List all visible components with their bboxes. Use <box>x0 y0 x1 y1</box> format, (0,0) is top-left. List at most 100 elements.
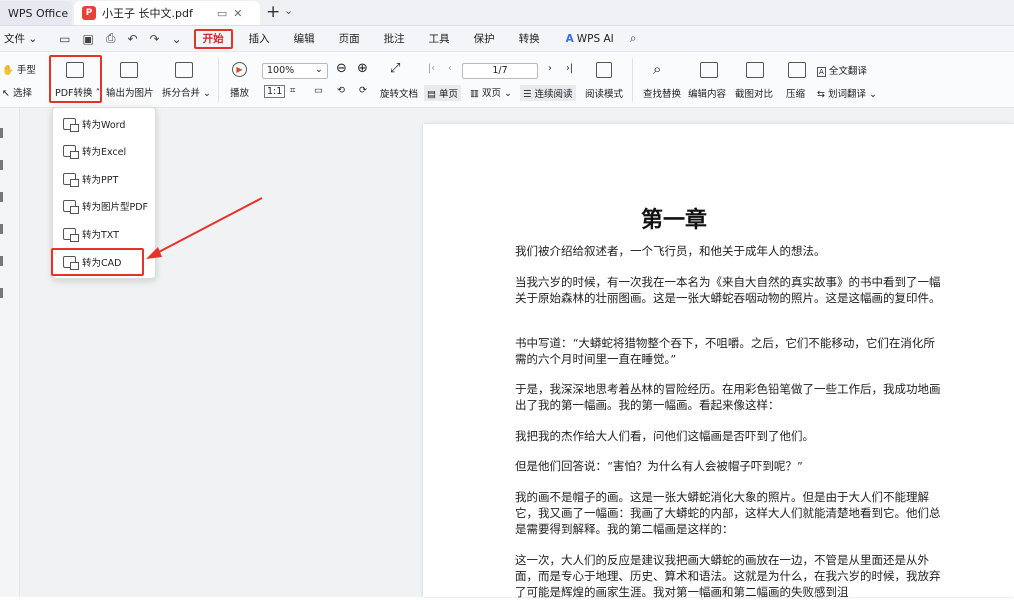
pdf-page: 第一章 我们被介绍给叙述者，一个飞行员，和他关于成年人的想法。 当我六岁的时候，… <box>423 124 1014 599</box>
menu-protect[interactable]: 保护 <box>464 27 505 51</box>
ribbon-separator <box>218 58 219 102</box>
convert-to-ppt-item[interactable]: 转为PPT <box>53 168 157 190</box>
find-icon[interactable]: ⌕ <box>653 60 661 78</box>
tab-menu-chevron-icon[interactable]: ⌄ <box>284 4 293 17</box>
excel-file-icon <box>63 145 79 159</box>
play-icon[interactable]: ▶ <box>232 62 247 77</box>
last-page-icon[interactable]: ›| <box>566 63 573 74</box>
rotate-left-icon[interactable]: ⟲ <box>337 85 345 96</box>
single-page-button[interactable]: ▤ 单页 <box>424 85 462 101</box>
menu-edit[interactable]: 编辑 <box>284 27 325 51</box>
paragraph: 书中写道：“大蟒蛇将猎物整个吞下，不咀嚼。之后，它们不能移动，它们在消化所需的六… <box>515 336 935 366</box>
translate-icon: A <box>817 67 826 77</box>
tab-document[interactable]: P 小王子 长中文.pdf ▭ ✕ <box>74 1 260 25</box>
cad-item-highlight <box>51 248 144 276</box>
zoom-select[interactable]: 100% ⌄ <box>262 63 328 79</box>
menu-tools[interactable]: 工具 <box>419 27 460 51</box>
actual-size-icon[interactable]: 1:1 <box>264 85 286 98</box>
edit-content-button[interactable]: 编辑内容 <box>688 86 726 100</box>
sidebar-icon[interactable] <box>0 224 3 234</box>
folder-icon[interactable]: ▭ <box>53 32 76 46</box>
title-bar: WPS Office P 小王子 长中文.pdf ▭ ✕ + ⌄ <box>0 0 1014 26</box>
play-button[interactable]: 播放 <box>230 85 249 99</box>
sidebar-icon[interactable] <box>0 288 3 298</box>
sidebar-icon[interactable] <box>0 128 3 138</box>
convert-to-word-item[interactable]: 转为Word <box>53 113 157 135</box>
paragraph: 我的画不是帽子的画。这是一张大蟒蛇消化大象的照片。但是由于大人们不能理解它，我又… <box>515 490 941 536</box>
continuous-read-button[interactable]: ☰ 连续阅读 <box>520 85 576 101</box>
prev-page-icon[interactable]: ‹ <box>448 63 452 74</box>
split-merge-button[interactable]: 拆分合并 ⌄ <box>162 85 211 99</box>
rotate-right-icon[interactable]: ⟳ <box>359 85 367 96</box>
convert-to-excel-item[interactable]: 转为Excel <box>53 140 157 162</box>
full-translate-button[interactable]: A 全文翻译 <box>817 63 867 77</box>
paragraph: 这一次，大人们的反应是建议我把画大蟒蛇的画放在一边，不管是从里面还是从外面，而是… <box>515 553 941 599</box>
close-tab-icon[interactable]: ✕ <box>233 7 242 20</box>
zoom-in-icon[interactable]: ⊕ <box>357 61 368 76</box>
pdf-file-icon: P <box>82 6 96 20</box>
page-number-input[interactable]: 1/7 <box>462 63 538 79</box>
export-image-button[interactable]: 输出为图片 <box>106 85 154 99</box>
menu-insert[interactable]: 插入 <box>239 27 280 51</box>
txt-file-icon <box>63 228 79 242</box>
screenshot-compare-button[interactable]: 截图对比 <box>735 86 773 100</box>
next-page-icon[interactable]: › <box>548 63 552 74</box>
menu-file[interactable]: 文件 ⌄ <box>0 27 47 51</box>
fit-page-icon[interactable]: ⤢ <box>390 61 400 76</box>
first-page-icon[interactable]: |‹ <box>428 63 435 74</box>
word-file-icon <box>63 118 79 132</box>
menu-bar: 文件 ⌄ ▭ ▣ ⎙ ↶ ↷ ⌄ 开始 插入 编辑 页面 批注 工具 保护 转换… <box>0 26 1014 52</box>
paragraph: 当我六岁的时候，有一次我在一本名为《来自大自然的真实故事》的书中看到了一幅关于原… <box>515 275 941 305</box>
screenshot-compare-icon[interactable] <box>746 62 764 78</box>
redo-icon[interactable]: ↷ <box>144 32 166 46</box>
read-icon[interactable] <box>596 62 612 78</box>
print-icon[interactable]: ⎙ <box>100 31 122 46</box>
convert-to-image-pdf-item[interactable]: 转为图片型PDF <box>53 195 157 217</box>
more-chevron-icon[interactable]: ⌄ <box>166 32 188 46</box>
word-translate-button[interactable]: ⇆ 划词翻译 ⌄ <box>817 86 877 100</box>
export-image-icon[interactable] <box>120 62 138 78</box>
fit-height-icon[interactable]: ▭ <box>314 85 323 96</box>
hand-tool-button[interactable]: ✋ 手型 <box>2 62 36 76</box>
convert-to-txt-item[interactable]: 转为TXT <box>53 223 157 245</box>
wps-ai-icon: A <box>565 32 574 45</box>
paragraph: 但是他们回答说：“害怕？为什么有人会被帽子吓到呢？” <box>515 459 803 473</box>
split-merge-icon[interactable] <box>175 62 193 78</box>
pdf-convert-button[interactable]: PDF转换 ˄ <box>55 85 100 99</box>
menu-page[interactable]: 页面 <box>329 27 370 51</box>
menu-start[interactable]: 开始 <box>193 28 233 49</box>
rotate-document-button[interactable]: 旋转文档 <box>380 86 418 100</box>
menu-wps-ai[interactable]: A WPS AI <box>556 27 624 51</box>
menu-convert[interactable]: 转换 <box>509 27 550 51</box>
ppt-file-icon <box>63 173 79 187</box>
new-tab-button[interactable]: + <box>266 2 280 22</box>
zoom-out-icon[interactable]: ⊖ <box>336 61 347 76</box>
window-icon[interactable]: ▭ <box>217 7 227 20</box>
paragraph: 于是，我深深地思考着丛林的冒险经历。在用彩色铅笔做了一些工作后，我成功地画出了我… <box>515 382 941 412</box>
word-translate-icon: ⇆ <box>817 89 825 100</box>
edit-content-icon[interactable] <box>700 62 718 78</box>
compress-button[interactable]: 压缩 <box>786 86 805 100</box>
read-mode-button[interactable]: 阅读模式 <box>585 86 623 100</box>
sidebar-icon[interactable] <box>0 256 3 266</box>
image-pdf-file-icon <box>63 200 79 214</box>
zoom-chevron-icon: ⌄ <box>315 64 323 75</box>
doc-tab-label: 小王子 长中文.pdf <box>102 7 193 20</box>
sidebar-icon[interactable] <box>0 192 3 202</box>
save-icon[interactable]: ▣ <box>76 32 99 46</box>
double-page-button[interactable]: ▥ 双页 ⌄ <box>470 85 512 99</box>
compress-icon[interactable] <box>788 62 806 78</box>
undo-icon[interactable]: ↶ <box>121 32 143 46</box>
sidebar-icon[interactable] <box>0 160 3 170</box>
search-icon[interactable]: ⌕ <box>624 31 643 46</box>
select-tool-button[interactable]: ↖ 选择 <box>2 85 32 99</box>
tab-home[interactable]: WPS Office <box>0 1 72 25</box>
paragraph: 我们被介绍给叙述者，一个飞行员，和他关于成年人的想法。 <box>515 244 826 258</box>
find-replace-button[interactable]: 查找替换 <box>643 86 681 100</box>
paragraph: 我把我的杰作给大人们看，问他们这幅画是否吓到了他们。 <box>515 429 814 443</box>
ribbon-separator <box>632 58 633 102</box>
fit-width-icon[interactable]: ⌗ <box>290 85 295 96</box>
pdf-convert-icon[interactable] <box>66 62 84 78</box>
left-sidebar <box>0 108 20 597</box>
menu-annotate[interactable]: 批注 <box>374 27 415 51</box>
